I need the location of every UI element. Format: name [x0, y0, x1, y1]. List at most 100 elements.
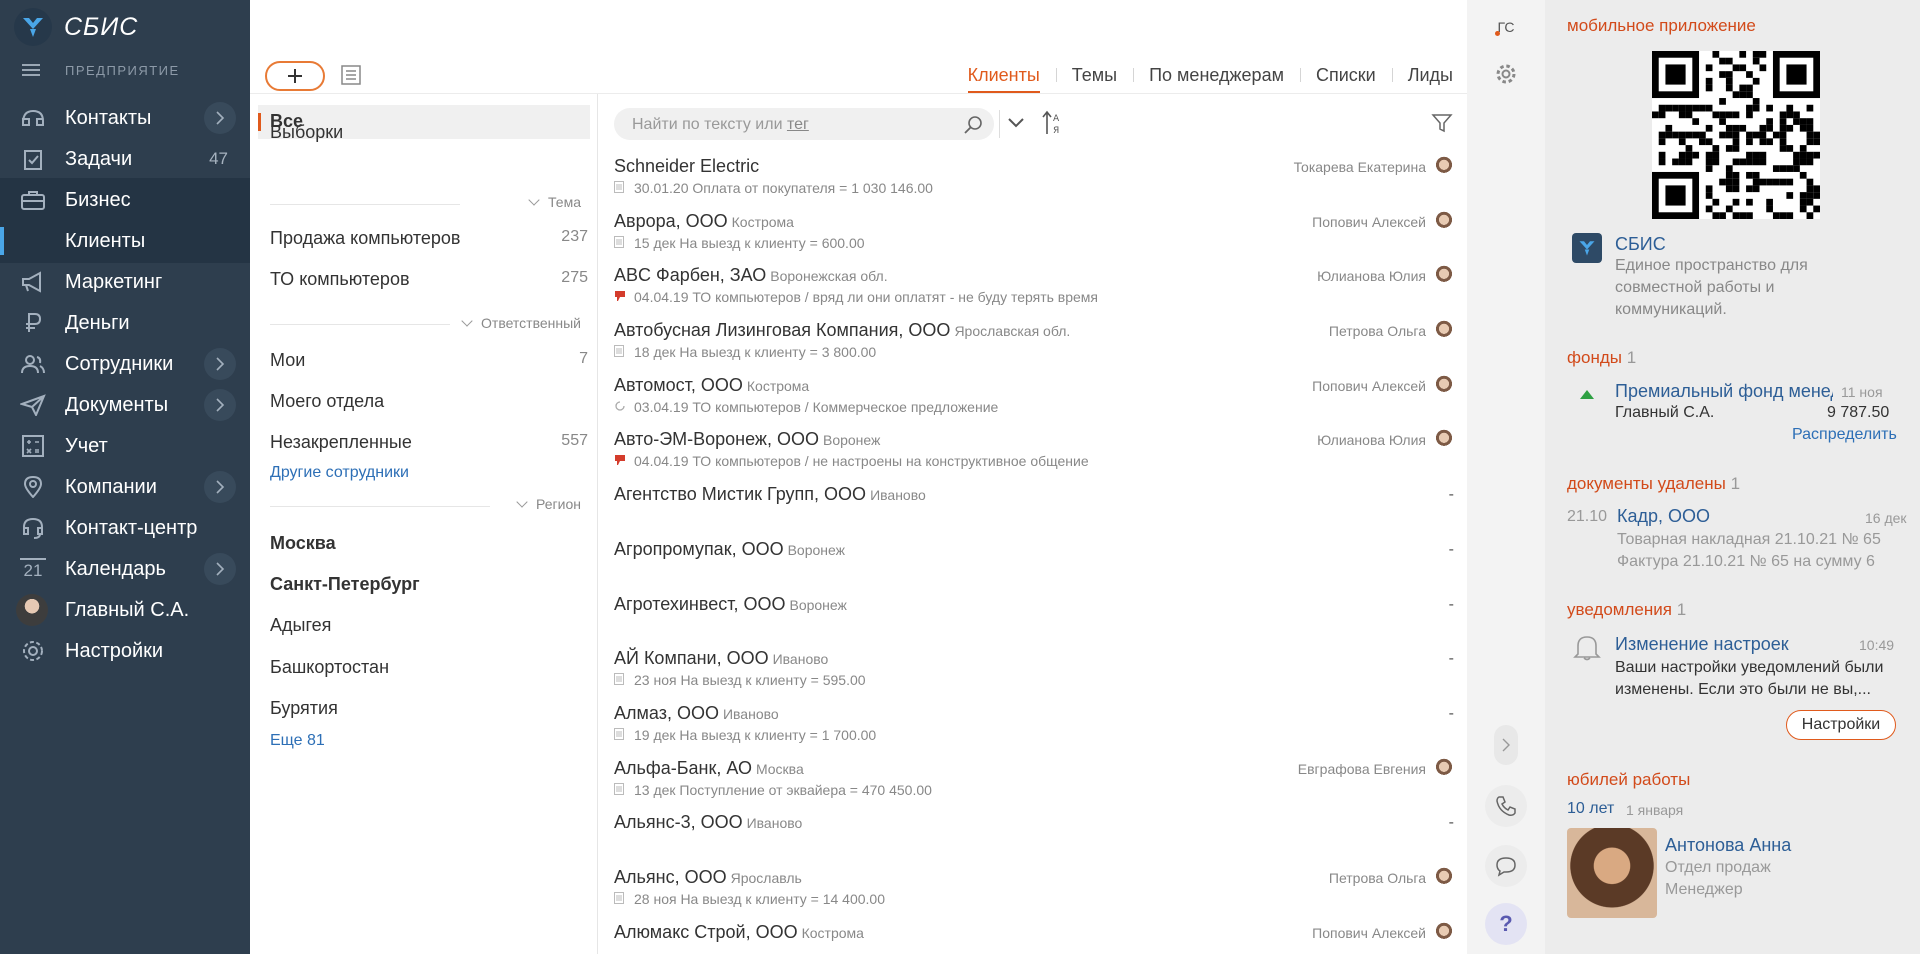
filter-region-item[interactable]: Башкортостан — [270, 657, 588, 678]
filter-label: Мои — [270, 350, 306, 370]
tab-topics[interactable]: Темы — [1055, 60, 1133, 90]
expand-chevron-icon[interactable] — [204, 389, 236, 421]
filter-responsible-item[interactable]: Мои 7 — [270, 350, 588, 371]
filter-funnel-icon[interactable] — [1431, 112, 1453, 134]
fund-name[interactable]: Премиальный фонд менеджеров — [1615, 381, 1833, 402]
group-header-responsible[interactable]: Ответственный — [463, 315, 581, 331]
nav-item-tasks[interactable]: Задачи 47 — [0, 137, 250, 181]
expand-chevron-icon[interactable] — [204, 553, 236, 585]
tab-lists[interactable]: Списки — [1299, 60, 1392, 90]
expand-chevron-icon[interactable] — [204, 471, 236, 503]
client-manager[interactable]: Попович Алексей — [1312, 214, 1426, 230]
client-row[interactable]: Автомост, ООО Кострома 03.04.19 ТО компьют… — [614, 375, 1454, 425]
group-header-topic[interactable]: Тема — [530, 194, 581, 210]
settings-button[interactable] — [1485, 53, 1527, 95]
client-manager[interactable]: Попович Алексей — [1312, 378, 1426, 394]
nav-item-calendar[interactable]: 21 Календарь — [0, 547, 250, 591]
notification-settings-button[interactable]: Настройки — [1786, 710, 1896, 740]
client-row[interactable]: Агропромупак, ООО Воронеж - — [614, 539, 1454, 589]
sort-icon[interactable]: АЯ — [1042, 110, 1064, 136]
filter-region-item[interactable]: Адыгея — [270, 615, 588, 636]
more-regions-link[interactable]: Еще 81 — [270, 732, 325, 750]
client-row[interactable]: Агротехинвест, ООО Воронеж - — [614, 594, 1454, 644]
client-row[interactable]: Альянс, ООО Ярославль 28 ноя На выезд к кл… — [614, 867, 1454, 917]
people-icon — [21, 355, 45, 374]
search-icon[interactable] — [962, 114, 984, 136]
tab-leads[interactable]: Лиды — [1391, 60, 1453, 90]
nav-item-employees[interactable]: Сотрудники — [0, 342, 250, 386]
no-manager: - — [1448, 486, 1454, 503]
client-name: Алюмакс Строй, ООО Кострома — [614, 922, 864, 942]
qr-code-image[interactable] — [1652, 51, 1820, 219]
client-row[interactable]: Алюмакс Строй, ООО Кострома Попович Алексе… — [614, 922, 1454, 954]
doc-organization[interactable]: Кадр, ООО — [1617, 506, 1710, 527]
notification-name[interactable]: Изменение настроек — [1615, 634, 1789, 655]
nav-item-profile[interactable]: Главный С.А. — [0, 588, 250, 632]
client-row[interactable]: Альянс-3, ООО Иваново - — [614, 812, 1454, 862]
group-header-region[interactable]: Регион — [518, 496, 581, 512]
expand-panel-button[interactable] — [1494, 725, 1518, 765]
jubilee-date: 1 января — [1626, 802, 1684, 818]
nav-item-companies[interactable]: Компании — [0, 465, 250, 509]
client-manager[interactable]: Петрова Ольга — [1329, 323, 1426, 339]
filter-responsible-item[interactable]: Незакрепленные 557 — [270, 432, 588, 453]
client-manager[interactable]: Попович Алексей — [1312, 925, 1426, 941]
client-manager[interactable]: Юлианова Юлия — [1317, 268, 1426, 284]
filter-region-item[interactable]: Москва — [270, 533, 588, 554]
employee-photo[interactable] — [1567, 828, 1657, 918]
client-manager[interactable]: Юлианова Юлия — [1317, 432, 1426, 448]
search-input[interactable]: Найти по тексту или тег — [614, 108, 994, 140]
nav-label: Настройки — [65, 639, 164, 662]
nav-item-accounting[interactable]: Учет — [0, 424, 250, 468]
phone-button[interactable] — [1485, 785, 1527, 827]
other-employees-link[interactable]: Другие сотрудники — [270, 464, 409, 482]
nav-item-marketing[interactable]: Маркетинг — [0, 260, 250, 304]
expand-chevron-icon[interactable] — [204, 102, 236, 134]
client-row[interactable]: Авто-ЭМ-Воронеж, ООО Воронеж 04.04.19 ТО к… — [614, 429, 1454, 479]
list-view-icon[interactable] — [340, 64, 362, 86]
client-row[interactable]: Агентство Мистик Групп, ООО Иваново - — [614, 484, 1454, 534]
brand-logo[interactable]: СБИС — [14, 8, 138, 46]
tab-by-managers[interactable]: По менеджерам — [1133, 60, 1300, 90]
filter-topic-item[interactable]: Продажа компьютеров 237 — [270, 228, 588, 249]
client-row[interactable]: ABC Фарбен, ЗАО Воронежская обл. 04.04.19 … — [614, 265, 1454, 315]
client-manager[interactable]: Евграфова Евгения — [1298, 761, 1426, 777]
filter-region-item[interactable]: Бурятия — [270, 698, 588, 719]
user-initials-button[interactable]: ГС — [1485, 6, 1527, 48]
client-row[interactable]: Автобусная Лизинговая Компания, ООО Яросл… — [614, 320, 1454, 370]
distribute-link[interactable]: Распределить — [1792, 426, 1897, 444]
plus-icon — [288, 69, 302, 83]
client-row[interactable]: Schneider Electric 30.01.20 Оплата от пок… — [614, 156, 1454, 206]
chat-button[interactable] — [1485, 845, 1527, 887]
add-client-button[interactable] — [265, 61, 325, 91]
client-row[interactable]: Аврора, ООО Кострома 15 дек На выезд к кли… — [614, 211, 1454, 261]
tab-clients[interactable]: Клиенты — [967, 60, 1056, 93]
nav-item-business[interactable]: Бизнес — [0, 178, 250, 222]
nav-item-documents[interactable]: Документы — [0, 383, 250, 427]
nav-item-contacts[interactable]: Контакты — [0, 96, 250, 140]
client-manager[interactable]: Токарева Екатерина — [1294, 159, 1426, 175]
sbis-logo-icon — [14, 8, 52, 46]
client-row[interactable]: Альфа-Банк, АО Москва 13 дек Поступление о… — [614, 758, 1454, 808]
filter-region-item[interactable]: Санкт-Петербург — [270, 574, 588, 595]
filter-responsible-item[interactable]: Моего отдела — [270, 391, 588, 412]
filter-topic-item[interactable]: ТО компьютеров 275 — [270, 269, 588, 290]
client-manager[interactable]: Петрова Ольга — [1329, 870, 1426, 886]
headset-icon — [23, 517, 43, 539]
client-row[interactable]: АЙ Компани, ООО Иваново 23 ноя На выезд к … — [614, 648, 1454, 698]
nav-item-settings[interactable]: Настройки — [0, 629, 250, 673]
client-row[interactable]: Алмаз, ООО Иваново 19 дек На выезд к клиен… — [614, 703, 1454, 753]
document-icon — [614, 891, 626, 907]
client-city: Ярославская обл. — [954, 323, 1071, 339]
nav-item-money[interactable]: Деньги — [0, 301, 250, 345]
menu-burger-icon[interactable] — [22, 64, 40, 76]
client-last-event: 03.04.19 ТО компьютеров / Коммерческое п… — [614, 399, 998, 415]
filter-selections[interactable]: Выборки — [270, 122, 588, 143]
tag-link[interactable]: тег — [787, 116, 809, 133]
chevron-down-icon[interactable] — [1006, 113, 1026, 133]
help-button[interactable]: ? — [1485, 903, 1527, 945]
nav-item-clients[interactable]: Клиенты — [0, 219, 250, 263]
employee-name[interactable]: Антонова Анна — [1665, 835, 1791, 856]
nav-item-contact-center[interactable]: Контакт-центр — [0, 506, 250, 550]
expand-chevron-icon[interactable] — [204, 348, 236, 380]
